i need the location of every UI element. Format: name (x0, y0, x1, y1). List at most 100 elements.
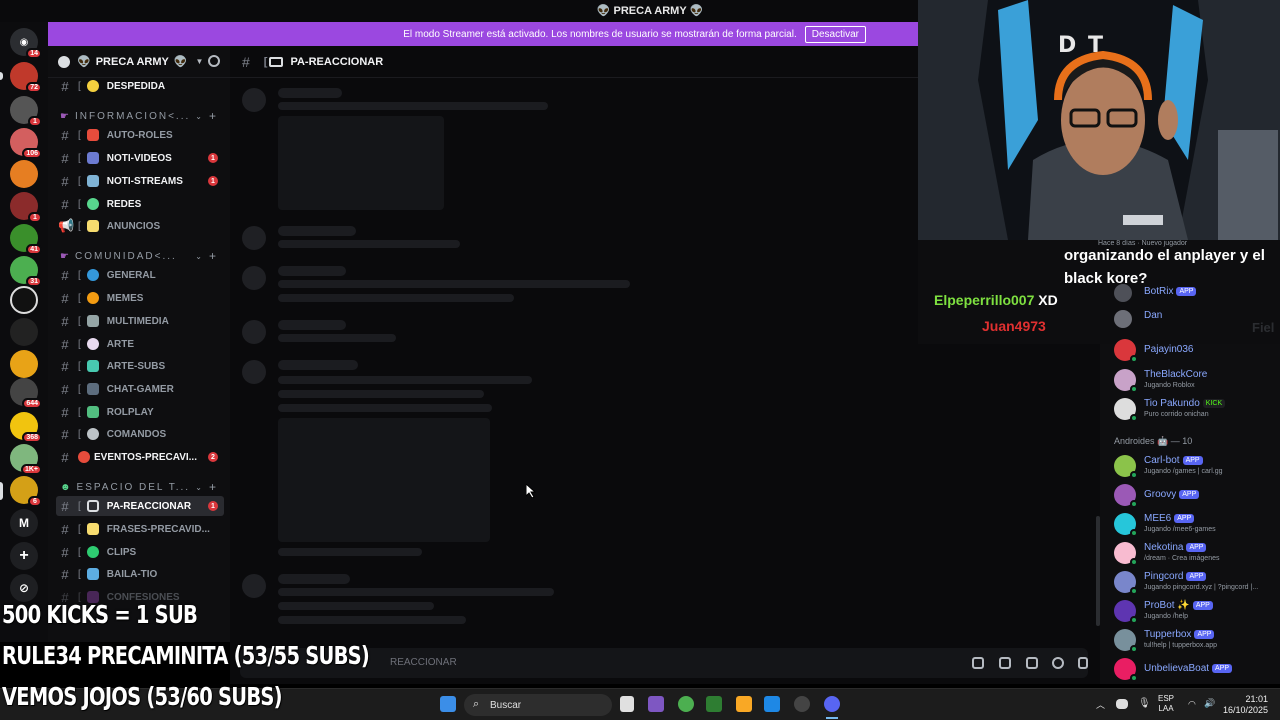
avatar (1114, 339, 1138, 363)
server-icon[interactable]: 1K+ (10, 444, 42, 475)
channel-pa-reaccionar[interactable]: #[PA-REACCIONAR 1 (56, 496, 224, 516)
hash-icon: # (61, 173, 69, 189)
channel-memes[interactable]: #[MEMES (56, 288, 224, 308)
streamer-webcam-image: D T (918, 0, 1280, 240)
app-icon[interactable] (794, 696, 810, 712)
tv-icon (86, 152, 99, 164)
channel-noti-videos[interactable]: #[NOTI-VIDEOS 1 (56, 148, 224, 168)
apps-icon[interactable] (1078, 657, 1088, 669)
taskbar-search[interactable]: ⌕ Buscar (464, 694, 612, 716)
channel-despedida[interactable]: #[DESPEDIDA (56, 76, 224, 96)
skeleton-avatar (242, 88, 266, 112)
channel-anuncios[interactable]: 📢[ANUNCIOS (56, 216, 224, 236)
stream-goal: VEMOS JOJOS (53/60 SUBS) (2, 682, 283, 711)
server-icon[interactable]: 31 (10, 256, 42, 287)
discord-home-icon[interactable]: ◉ 14 (10, 28, 42, 59)
channel-comandos[interactable]: #[COMANDOS (56, 424, 224, 444)
add-channel-icon[interactable]: + (209, 480, 216, 494)
taskbar-clock[interactable]: 21:01 16/10/2025 (1223, 694, 1268, 716)
cloud-icon[interactable] (1116, 699, 1128, 709)
channel-general[interactable]: #[GENERAL (56, 265, 224, 285)
server-icon[interactable]: 106 (10, 128, 42, 159)
server-icon[interactable] (10, 318, 38, 346)
category-comunidad[interactable]: ☛ COMUNIDAD<... ⌄ + (60, 248, 220, 264)
reaction-icon (269, 56, 284, 67)
chat-channel-name: PA-REACCIONAR (290, 55, 384, 68)
store-icon[interactable] (764, 696, 780, 712)
member-theblackcore[interactable]: TheBlackCore Jugando Roblox (1114, 366, 1280, 394)
member-botrix[interactable]: BotRix APP (1144, 286, 1197, 297)
add-server-icon[interactable]: + (10, 542, 38, 570)
xbox-icon[interactable] (706, 696, 722, 712)
member-tio-pakundo[interactable]: Tio Pakundo KICK Puro corrido onichan (1114, 395, 1280, 423)
gif-icon[interactable] (999, 657, 1011, 669)
channel-clips[interactable]: #[CLIPS (56, 542, 224, 562)
hash-icon: # (61, 290, 69, 306)
channel-redes[interactable]: #[REDES (56, 194, 224, 214)
member-nekotina[interactable]: Nekotina APP/dream · Crea imágenes (1114, 539, 1280, 567)
server-icon[interactable]: 1 (10, 96, 42, 127)
chevron-down-icon[interactable]: ▼ (196, 57, 204, 66)
banner-text: El modo Streamer está activado. Los nomb… (403, 28, 797, 40)
note-icon (86, 523, 99, 535)
member-dan[interactable]: Dan (1144, 310, 1162, 321)
server-icon[interactable] (10, 286, 38, 314)
server-header[interactable]: 👽 PRECA ARMY 👽 ▼ (48, 46, 230, 78)
category-espacio[interactable]: ☻ ESPACIO DEL T... ⌄ + (60, 479, 220, 495)
file-explorer-icon[interactable] (736, 696, 752, 712)
language-indicator[interactable]: ESP LAA (1158, 694, 1174, 714)
server-icon[interactable] (10, 350, 38, 378)
emoji-icon (86, 80, 99, 92)
channel-rolplay[interactable]: #[ROLPLAY (56, 402, 224, 422)
server-icon-preca-army[interactable]: 6 (10, 476, 42, 507)
channel-eventos[interactable]: # EVENTOS-PRECAVI... 2 (56, 447, 224, 467)
member-mee6[interactable]: MEE6 APP Jugando /mee6-games (1114, 510, 1280, 538)
channel-auto-roles[interactable]: #[AUTO-ROLES (56, 125, 224, 145)
add-channel-icon[interactable]: + (209, 109, 216, 123)
skeleton-line (278, 294, 514, 302)
volume-icon[interactable]: 🔊 (1204, 698, 1215, 709)
deactivate-button[interactable]: Desactivar (804, 25, 866, 43)
task-view-icon[interactable] (620, 696, 634, 712)
server-icon[interactable]: M (10, 509, 38, 537)
globe-icon (86, 269, 99, 281)
mouse-cursor-icon (526, 484, 536, 498)
channel-chat-gamer[interactable]: #[CHAT-GAMER (56, 379, 224, 399)
server-icon[interactable]: 368 (10, 412, 42, 443)
chrome-icon[interactable] (678, 696, 694, 712)
skeleton-line (278, 280, 630, 288)
member-pingcord[interactable]: Pingcord APP Jugando pingcord.xyz | ?pingc… (1114, 568, 1280, 596)
member-carl-bot[interactable]: Carl-bot APP Jugando /games | carl.gg (1114, 452, 1280, 480)
channel-arte[interactable]: #[ARTE (56, 334, 224, 354)
flag-icon (86, 129, 99, 141)
server-icon[interactable]: 72 (10, 62, 42, 93)
server-icon[interactable]: 1 (10, 192, 42, 223)
member-tupperbox[interactable]: Tupperbox APP tul!help | tupperbox.app (1114, 626, 1280, 654)
streamer-mode-banner: El modo Streamer está activado. Los nomb… (48, 22, 918, 46)
discord-taskbar-icon[interactable] (824, 696, 840, 712)
member-pajayin[interactable]: Pajayin036 (1114, 336, 1280, 364)
gift-icon[interactable] (972, 657, 984, 669)
server-icon[interactable] (10, 160, 38, 188)
add-user-icon[interactable] (208, 55, 220, 67)
add-channel-icon[interactable]: + (209, 249, 216, 263)
emoji-picker-icon[interactable] (1052, 657, 1064, 669)
server-icon[interactable]: 644 (10, 378, 42, 409)
server-icon[interactable]: 41 (10, 224, 42, 255)
unread-badge: 2 (208, 452, 218, 462)
channel-arte-subs[interactable]: #[ARTE-SUBS (56, 356, 224, 376)
chevron-up-icon[interactable]: ︿ (1096, 698, 1105, 711)
category-informacion[interactable]: ☛ INFORMACION<... ⌄ + (60, 108, 220, 124)
copilot-icon[interactable] (648, 696, 664, 712)
server-pill (0, 72, 3, 80)
member-unbelievaboat[interactable]: UnbelievaBoat APP (1114, 655, 1280, 683)
wifi-icon[interactable]: ◠ (1188, 699, 1196, 710)
channel-frases[interactable]: #[FRASES-PRECAVID... (56, 519, 224, 539)
microphone-icon[interactable]: 🎙 (1138, 698, 1151, 709)
channel-baila-tio[interactable]: #[BAILA-TIO (56, 564, 224, 584)
channel-multimedia[interactable]: #[MULTIMEDIA (56, 311, 224, 331)
member-probot[interactable]: ProBot ✨ APP Jugando /help (1114, 597, 1280, 625)
channel-noti-streams[interactable]: #[NOTI-STREAMS 1 (56, 171, 224, 191)
member-groovy[interactable]: Groovy APP (1114, 481, 1280, 509)
sticker-icon[interactable] (1026, 657, 1038, 669)
